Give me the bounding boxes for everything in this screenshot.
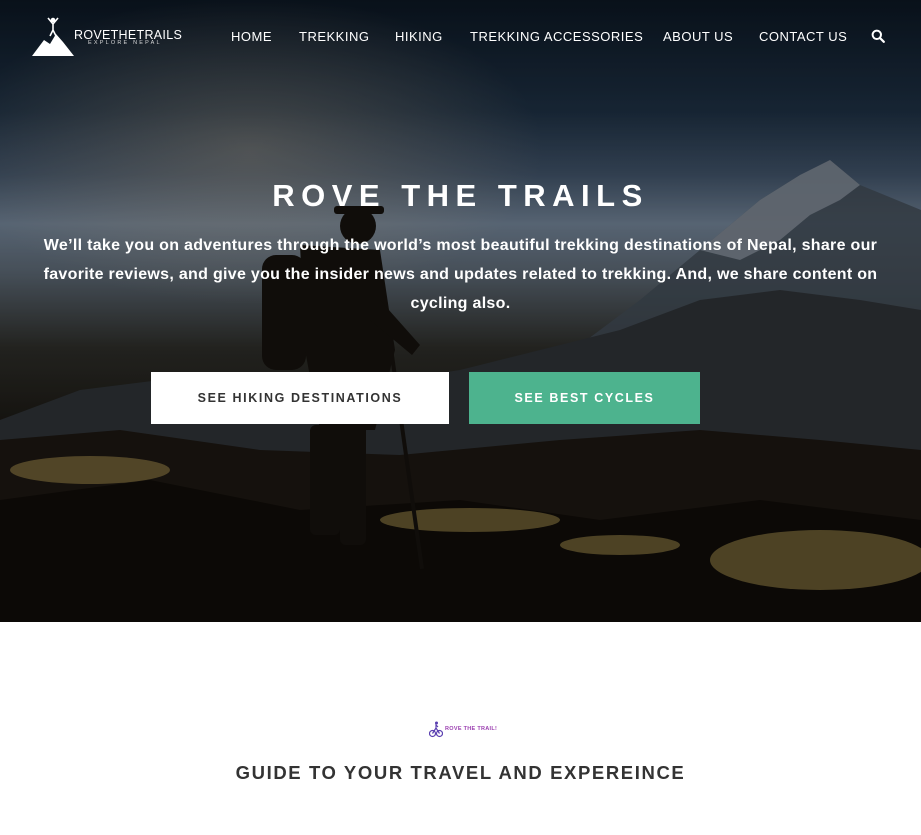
cyclist-icon	[429, 721, 443, 738]
nav-item-about-us[interactable]: ABOUT US	[663, 29, 733, 44]
search-icon[interactable]	[871, 29, 885, 43]
hero-title: ROVE THE TRAILS	[272, 178, 649, 213]
section-logo: ROVE THE TRAIL!	[429, 720, 497, 738]
site-header: ROVETHETRAILS EXPLORE NEPAL HOME TREKKIN…	[0, 0, 921, 72]
nav-item-contact-us[interactable]: CONTACT US	[759, 29, 847, 44]
see-best-cycles-button[interactable]: SEE BEST CYCLES	[469, 372, 700, 424]
section-logo-text: ROVE THE TRAIL!	[445, 726, 498, 732]
site-logo[interactable]: ROVETHETRAILS EXPLORE NEPAL	[32, 14, 182, 60]
see-hiking-destinations-button[interactable]: SEE HIKING DESTINATIONS	[151, 372, 449, 424]
mountain-hiker-logo-icon	[32, 17, 74, 56]
brand-tagline: EXPLORE NEPAL	[88, 40, 162, 46]
hero-subtitle: We’ll take you on adventures through the…	[43, 237, 878, 312]
nav-item-hiking[interactable]: HIKING	[395, 29, 443, 44]
section-heading: GUIDE TO YOUR TRAVEL AND EXPEREINCE	[235, 762, 686, 783]
nav-item-home[interactable]: HOME	[231, 29, 272, 44]
nav-item-trekking-accessories[interactable]: TREKKING ACCESSORIES	[470, 29, 643, 44]
nav-item-trekking[interactable]: TREKKING	[299, 29, 369, 44]
